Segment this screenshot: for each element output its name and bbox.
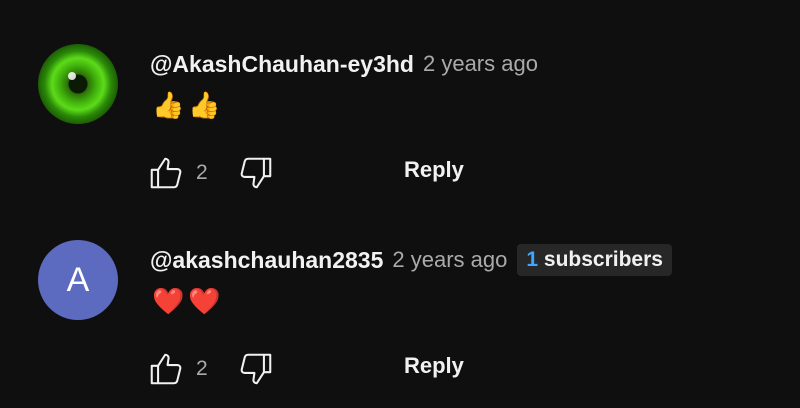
subscriber-count: 1	[526, 248, 539, 271]
comment-text: 👍👍	[152, 90, 225, 120]
thumbs-up-icon	[150, 157, 182, 189]
thumbs-up-icon	[150, 353, 182, 385]
author-name[interactable]: @AkashChauhan-ey3hd	[150, 51, 414, 78]
like-button[interactable]	[146, 349, 186, 389]
comment-timestamp[interactable]: 2 years ago	[423, 51, 538, 77]
thumbs-down-icon	[240, 157, 272, 189]
comment-text: ❤️❤️	[152, 286, 225, 316]
comment-timestamp[interactable]: 2 years ago	[392, 247, 507, 273]
subscriber-badge: 1 subscribers	[517, 244, 672, 276]
avatar-shine	[68, 72, 76, 80]
author-name[interactable]: @akashchauhan2835	[150, 247, 383, 274]
like-count: 2	[196, 161, 208, 184]
avatar[interactable]: A	[38, 240, 118, 320]
avatar[interactable]	[38, 44, 118, 124]
subscriber-label: subscribers	[543, 248, 663, 271]
comment-thread: @AkashChauhan-ey3hd 2 years ago 👍👍 2 Rep…	[0, 0, 800, 196]
comment-thread: A @akashchauhan2835 2 years ago 1 subscr…	[0, 196, 800, 392]
thumbs-down-icon	[240, 353, 272, 385]
reply-button[interactable]: Reply	[404, 157, 464, 183]
comment-header: @akashchauhan2835 2 years ago 1 subscrib…	[150, 244, 672, 276]
dislike-button[interactable]	[236, 153, 276, 193]
reply-button[interactable]: Reply	[404, 353, 464, 379]
dislike-button[interactable]	[236, 349, 276, 389]
comment-header: @AkashChauhan-ey3hd 2 years ago	[150, 48, 538, 80]
like-button[interactable]	[146, 153, 186, 193]
like-count: 2	[196, 357, 208, 380]
avatar-letter: A	[66, 260, 90, 299]
comment-actions: 2	[146, 153, 276, 193]
comment-actions: 2	[146, 349, 276, 389]
